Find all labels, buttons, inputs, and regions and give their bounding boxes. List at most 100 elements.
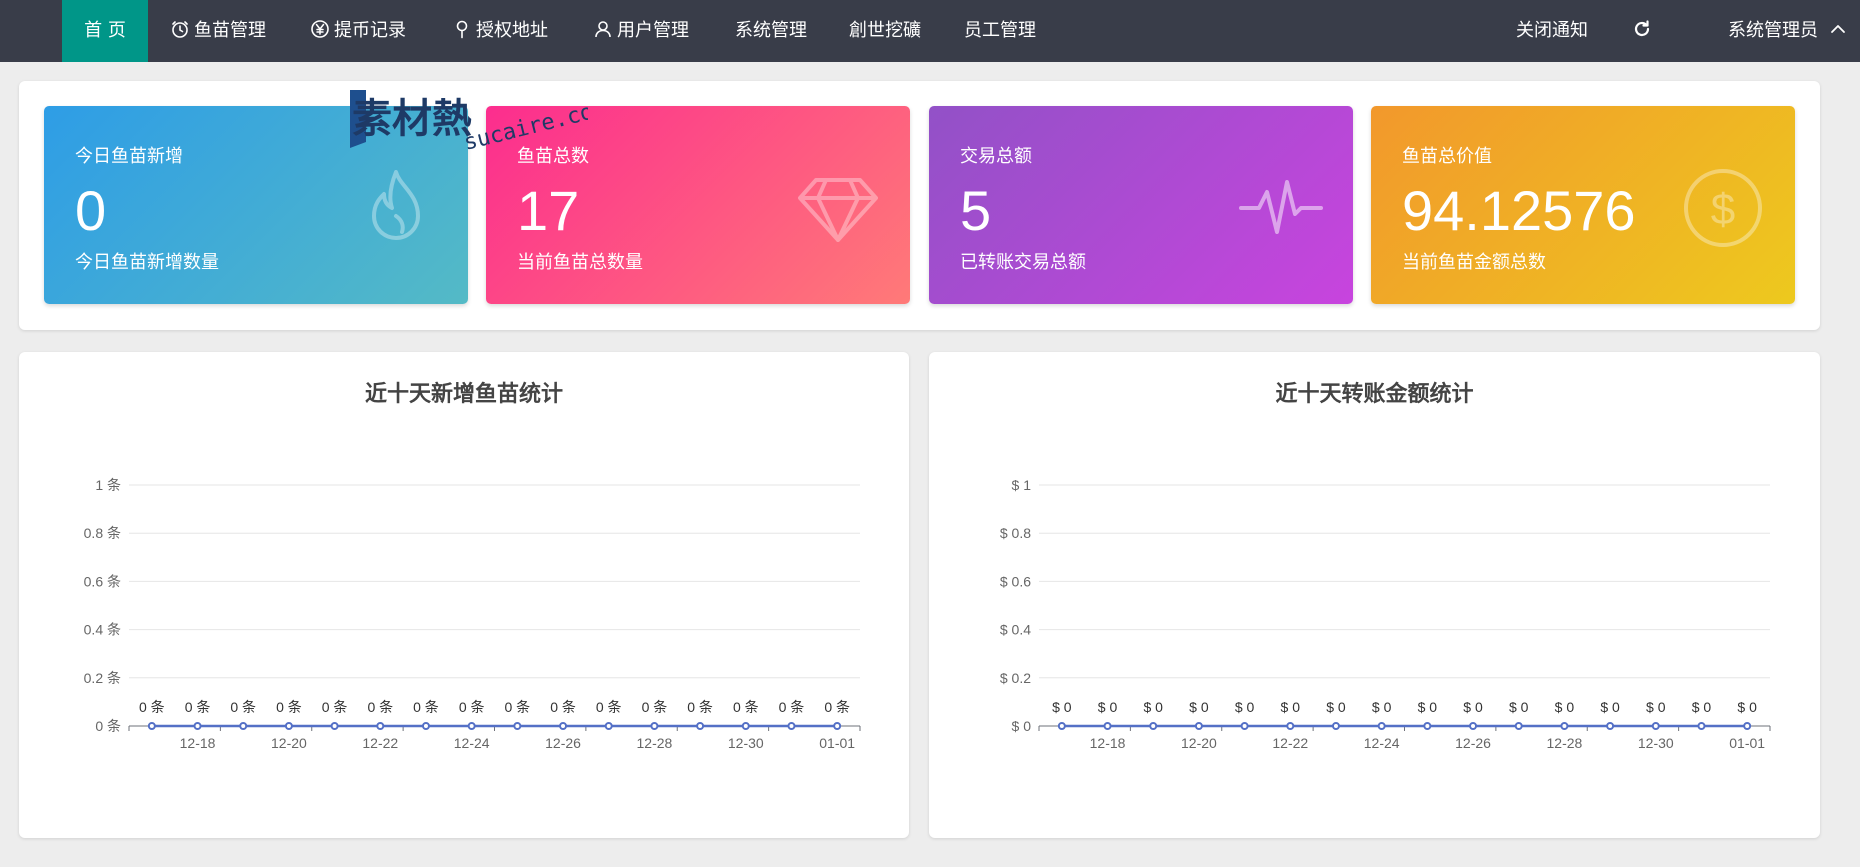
data-point <box>650 722 659 730</box>
card-value: 0 <box>75 179 107 242</box>
data-label: $ 0 <box>1143 699 1163 715</box>
data-label: 0 条 <box>779 699 805 715</box>
data-point <box>1651 722 1660 730</box>
data-label: $ 0 <box>1372 699 1392 715</box>
data-point <box>239 722 248 730</box>
watermark-en: sucaire.com <box>461 96 588 156</box>
data-label: $ 0 <box>1646 699 1666 715</box>
data-label: 0 条 <box>230 699 256 715</box>
card-subtitle: 今日鱼苗新增数量 <box>75 252 219 273</box>
chart-panel-new-fish: 近十天新增鱼苗统计 0 条 0.2 条 0.4 条 0.6 条 0.8 条1 条 12-1… <box>19 352 909 838</box>
nav-home[interactable]: 首 页 <box>62 0 148 62</box>
x-tick-label: 12-18 <box>1090 735 1126 751</box>
nav-item-label: 首 页 <box>84 20 126 41</box>
stat-card-transaction-total: 交易总额 5 已转账交易总额 <box>929 106 1353 304</box>
data-label: $ 0 <box>1737 699 1757 715</box>
data-point <box>787 722 796 730</box>
data-label: 0 条 <box>733 699 759 715</box>
data-label: $ 0 <box>1463 699 1483 715</box>
data-label: $ 0 <box>1189 699 1209 715</box>
data-label: $ 0 <box>1326 699 1346 715</box>
x-tick-label: 12-22 <box>1272 735 1308 751</box>
data-point <box>1469 722 1478 730</box>
data-point <box>1240 722 1249 730</box>
chart-panel-transfer-amount: 近十天转账金额统计 $ 0 $ 0.2 $ 0.4 $ 0.6 $ 0.8 $ 1 12-1… <box>929 352 1820 838</box>
data-label: 0 条 <box>185 699 211 715</box>
nav-staff-management[interactable]: 员工管理 <box>964 0 1036 62</box>
x-tick-label: 01-01 <box>1729 735 1765 751</box>
card-title: 交易总额 <box>960 146 1032 167</box>
data-point <box>330 722 339 730</box>
diamond-icon <box>796 166 880 250</box>
card-subtitle: 当前鱼苗金额总数 <box>1402 252 1546 273</box>
nav-genesis-mining[interactable]: 創世挖礦 <box>849 0 921 62</box>
nav-withdraw-records[interactable]: 提币记录 <box>310 0 406 62</box>
data-label: $ 0 <box>1098 699 1118 715</box>
data-point <box>1560 722 1569 730</box>
data-point <box>284 722 293 730</box>
refresh-button[interactable] <box>1632 0 1652 62</box>
data-point <box>1377 722 1386 730</box>
x-tick-label: 12-30 <box>728 735 764 751</box>
nav-fish-management[interactable]: 鱼苗管理 <box>170 0 266 62</box>
card-subtitle: 当前鱼苗总数量 <box>517 252 643 273</box>
svg-text:$: $ <box>1711 185 1735 234</box>
user-icon <box>593 19 613 39</box>
data-point <box>1697 722 1706 730</box>
data-point <box>604 722 613 730</box>
data-point <box>1514 722 1523 730</box>
data-label: $ 0 <box>1235 699 1255 715</box>
x-tick-label: 12-24 <box>454 735 490 751</box>
refresh-icon <box>1632 19 1652 39</box>
y-tick-label: $ 0.4 <box>1000 622 1031 638</box>
nav-system-management[interactable]: 系统管理 <box>735 0 807 62</box>
y-tick-label: $ 1 <box>1012 477 1032 493</box>
y-tick-label: 0.6 条 <box>84 573 121 589</box>
data-label: $ 0 <box>1600 699 1620 715</box>
y-tick-label: 0 条 <box>95 718 121 734</box>
data-label: 0 条 <box>413 699 439 715</box>
data-label: 0 条 <box>139 699 165 715</box>
nav-user-management[interactable]: 用户管理 <box>593 0 689 62</box>
x-tick-label: 12-26 <box>1455 735 1491 751</box>
card-value: 5 <box>960 179 992 242</box>
data-point <box>559 722 568 730</box>
nav-item-label: 提币记录 <box>334 20 406 41</box>
fire-icon <box>354 166 438 250</box>
data-point <box>1149 722 1158 730</box>
watermark: 素材熱 sucaire.com <box>348 88 609 158</box>
stat-card-total-value: 鱼苗总价值 94.12576 当前鱼苗金额总数 $ <box>1371 106 1795 304</box>
data-label: 0 条 <box>276 699 302 715</box>
data-point <box>1057 722 1066 730</box>
data-label: 0 条 <box>596 699 622 715</box>
data-point <box>1606 722 1615 730</box>
data-point <box>193 722 202 730</box>
x-tick-label: 12-20 <box>271 735 307 751</box>
admin-label: 系统管理员 <box>1728 20 1818 41</box>
location-icon <box>452 19 472 39</box>
y-tick-label: 0.8 条 <box>84 525 121 541</box>
data-label: 0 条 <box>367 699 393 715</box>
data-label: 0 条 <box>505 699 531 715</box>
data-point <box>467 722 476 730</box>
data-point <box>376 722 385 730</box>
x-tick-label: 12-26 <box>545 735 581 751</box>
x-tick-label: 12-20 <box>1181 735 1217 751</box>
transfer-amount-line-chart: $ 0 $ 0.2 $ 0.4 $ 0.6 $ 0.8 $ 1 12-18 12-20 12-2… <box>1000 477 1771 751</box>
card-title: 今日鱼苗新增 <box>75 146 183 167</box>
y-tick-label: 1 条 <box>95 477 121 493</box>
close-notice-button[interactable]: 关闭通知 <box>1516 0 1588 62</box>
y-tick-label: 0.4 条 <box>84 622 121 638</box>
card-value: 94.12576 <box>1402 179 1636 242</box>
admin-menu[interactable]: 系统管理员 <box>1728 0 1852 62</box>
data-label: 0 条 <box>687 699 713 715</box>
new-fish-line-chart: 0 条 0.2 条 0.4 条 0.6 条 0.8 条 1 条 12-18 12-20 12-2… <box>84 477 861 751</box>
nav-auth-address[interactable]: 授权地址 <box>452 0 548 62</box>
x-tick-label: 12-24 <box>1364 735 1400 751</box>
data-point <box>741 722 750 730</box>
yen-icon <box>310 19 330 39</box>
y-tick-label: $ 0.6 <box>1000 573 1031 589</box>
card-title: 鱼苗总价值 <box>1402 146 1492 167</box>
data-point <box>1331 722 1340 730</box>
data-label: 0 条 <box>459 699 485 715</box>
